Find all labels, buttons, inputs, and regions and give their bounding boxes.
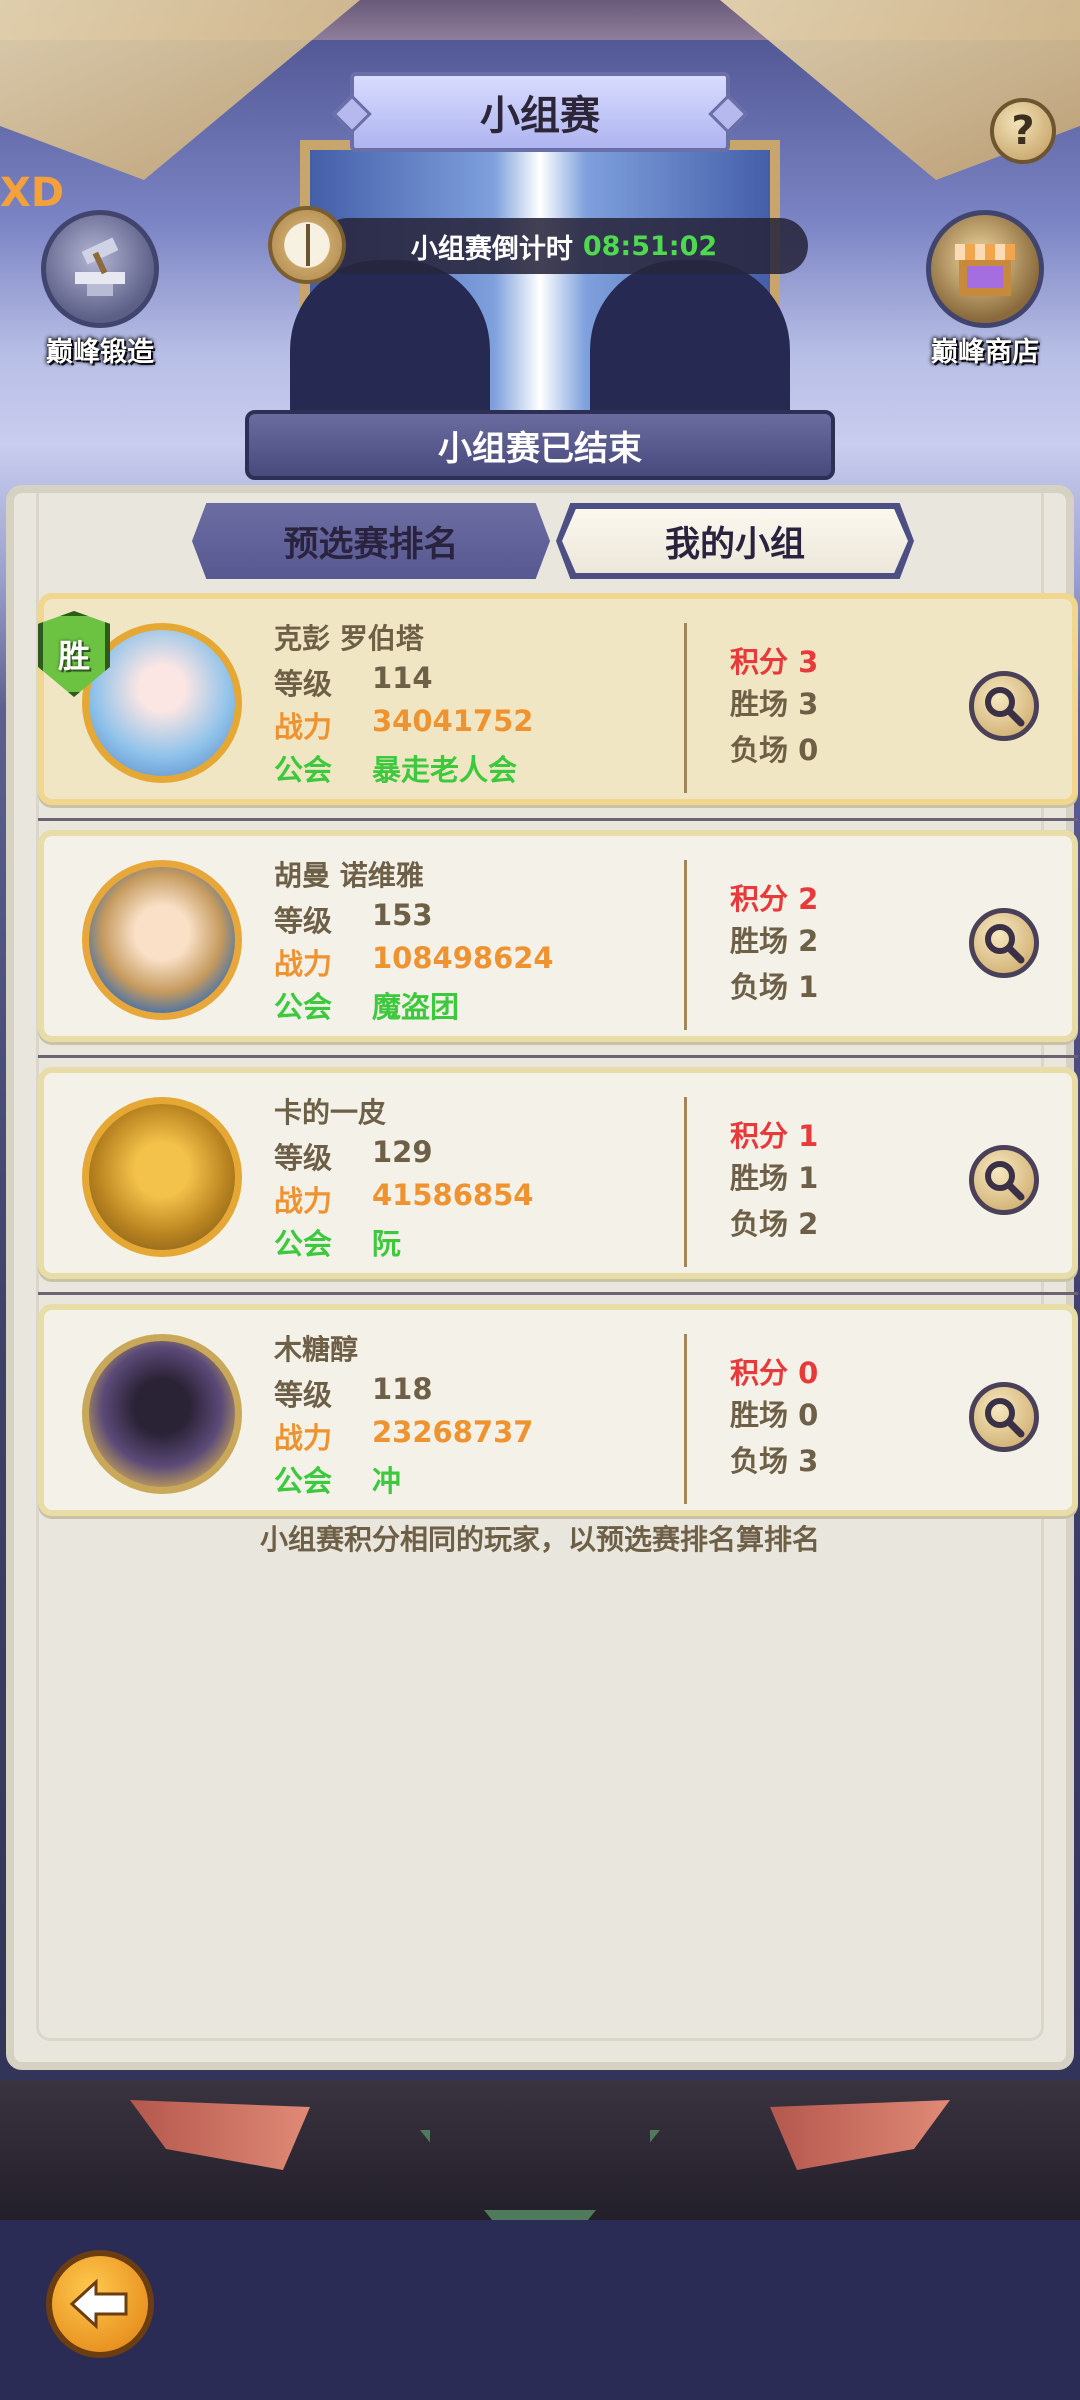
level-value: 114	[372, 661, 433, 695]
shop-icon	[926, 210, 1044, 328]
countdown-time: 08:51:02	[582, 230, 718, 262]
player-card: 卡的一皮 等级 129 战力 41586854 公会阮 积分 1 胜场 1 负场 2	[38, 1067, 1078, 1279]
power-row: 战力 41586854	[274, 1178, 534, 1218]
guild-row: 公会冲	[274, 1458, 401, 1500]
player-name: 胡曼 诺维雅	[274, 859, 424, 892]
points-value: 积分 0	[730, 1356, 819, 1390]
guild-value: 阮	[372, 1227, 402, 1261]
wins-value: 胜场 0	[730, 1398, 819, 1432]
peak-forge-button[interactable]: 巅峰锻造	[20, 210, 180, 369]
card-separator	[38, 1292, 1078, 1295]
player-name: 克彭 罗伯塔	[274, 622, 424, 655]
magnifier-icon	[985, 1398, 1025, 1438]
level-row: 等级 114	[274, 661, 433, 701]
peak-shop-label: 巅峰商店	[931, 337, 1039, 368]
peak-forge-label: 巅峰锻造	[46, 337, 154, 368]
view-player-button[interactable]	[969, 1145, 1039, 1215]
points-value: 积分 1	[730, 1119, 819, 1153]
losses-value: 负场 2	[730, 1207, 819, 1241]
avatar[interactable]	[82, 1097, 242, 1257]
guild-value: 魔盗团	[372, 990, 460, 1024]
player-card: 胜 克彭 罗伯塔 等级 114 战力 34041752 公会 暴走老人会 积分 3 胜…	[38, 593, 1078, 805]
magnifier-icon	[985, 687, 1025, 727]
help-button[interactable]: ?	[990, 98, 1056, 164]
level-row: 等级 129	[274, 1135, 433, 1175]
power-value: 108498624	[372, 941, 554, 975]
page-title: 小组赛	[350, 72, 730, 152]
status-banner: 小组赛已结束	[245, 410, 835, 480]
points-value: 积分 3	[730, 645, 819, 679]
wins-value: 胜场 1	[730, 1161, 819, 1195]
level-value: 118	[372, 1372, 433, 1406]
power-row: 战力 23268737	[274, 1415, 534, 1455]
guild-value: 暴走老人会	[372, 753, 518, 787]
guild-value: 冲	[372, 1464, 402, 1498]
power-value: 34041752	[372, 704, 534, 738]
tab-prelim-ranking[interactable]: 预选赛排名	[192, 503, 550, 579]
power-row: 战力 34041752	[274, 704, 534, 744]
avatar[interactable]	[82, 1334, 242, 1494]
losses-value: 负场 3	[730, 1444, 819, 1478]
view-player-button[interactable]	[969, 1382, 1039, 1452]
player-card: 胡曼 诺维雅 等级 153 战力 108498624 公会 魔盗团 积分 2 胜场 2…	[38, 830, 1078, 1042]
level-value: 129	[372, 1135, 433, 1169]
divider	[684, 860, 687, 1030]
card-separator	[38, 1055, 1078, 1058]
points-value: 积分 2	[730, 882, 819, 916]
ranking-footnote: 小组赛积分相同的玩家，以预选赛排名算排名	[259, 1523, 820, 1556]
player-card: 木糖醇 等级 118 战力 23268737 公会冲 积分 0 胜场 0 负场 3	[38, 1304, 1078, 1516]
anvil-icon	[41, 210, 159, 328]
countdown-bar: 小组赛倒计时 08:51:02	[320, 218, 808, 274]
guild-row: 公会阮	[274, 1221, 401, 1263]
card-separator	[38, 818, 1078, 821]
bottom-machinery	[0, 2080, 1080, 2220]
level-value: 153	[372, 898, 433, 932]
view-player-button[interactable]	[969, 671, 1039, 741]
tab-my-group-label: 我的小组	[664, 524, 805, 565]
divider	[684, 1334, 687, 1504]
losses-value: 负场 1	[730, 970, 819, 1004]
power-value: 41586854	[372, 1178, 534, 1212]
clock-icon	[268, 206, 346, 284]
back-button[interactable]	[46, 2250, 154, 2358]
tab-prelim-ranking-label: 预选赛排名	[283, 524, 459, 565]
group-panel: 预选赛排名 我的小组 胜 克彭 罗伯塔 等级 114 战力 34041752 公会暴…	[6, 485, 1078, 2070]
countdown-label: 小组赛倒计时	[410, 233, 573, 265]
wins-value: 胜场 3	[730, 687, 819, 721]
power-row: 战力 108498624	[274, 941, 554, 981]
view-player-button[interactable]	[969, 908, 1039, 978]
tab-my-group[interactable]: 我的小组	[556, 503, 914, 579]
divider	[684, 1097, 687, 1267]
guild-row: 公会 魔盗团	[274, 984, 459, 1026]
magnifier-icon	[985, 924, 1025, 964]
level-row: 等级 118	[274, 1372, 433, 1412]
level-row: 等级 153	[274, 898, 433, 938]
player-name: 木糖醇	[274, 1333, 359, 1366]
power-value: 23268737	[372, 1415, 534, 1449]
player-name: 卡的一皮	[274, 1096, 387, 1129]
back-arrow-icon	[69, 2278, 128, 2330]
guild-row: 公会 暴走老人会	[274, 747, 517, 789]
wins-value: 胜场 2	[730, 924, 819, 958]
avatar[interactable]	[82, 860, 242, 1020]
bottom-bar	[0, 2220, 1080, 2400]
losses-value: 负场 0	[730, 733, 819, 767]
magnifier-icon	[985, 1161, 1025, 1201]
peak-shop-button[interactable]: 巅峰商店	[905, 210, 1065, 369]
divider	[684, 623, 687, 793]
